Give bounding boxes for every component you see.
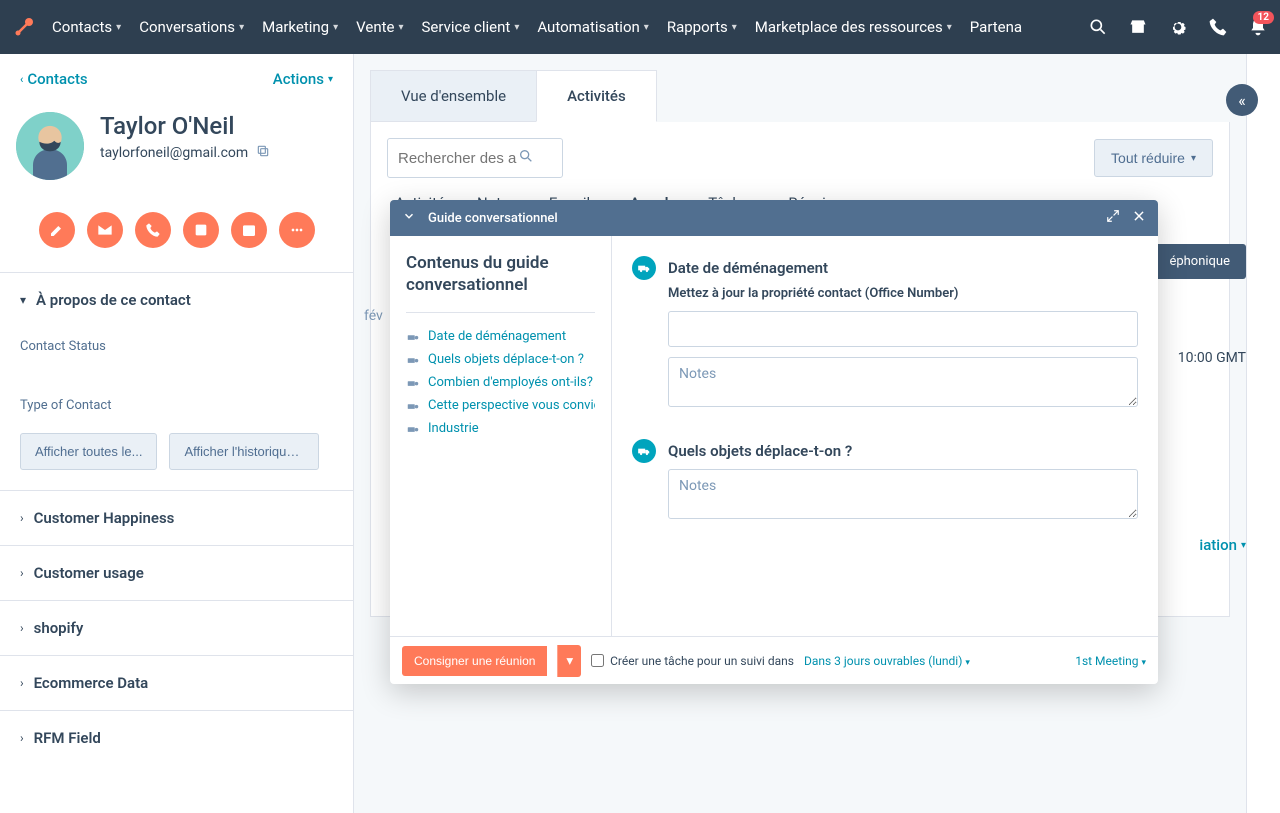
log-button[interactable]	[183, 212, 219, 248]
association-dropdown[interactable]: iation▾	[1199, 536, 1246, 554]
back-to-contacts[interactable]: ‹Contacts	[20, 70, 88, 88]
guide-nav-item-4[interactable]: Cette perspective vous convie...	[406, 394, 595, 417]
phone-chip[interactable]: éphonique	[1153, 244, 1246, 279]
guide-nav-title: Contenus du guide conversationnel	[406, 252, 595, 296]
copy-email-icon[interactable]	[256, 144, 270, 162]
followup-task-checkbox[interactable]: Créer une tâche pour un suivi dans	[591, 654, 794, 668]
log-meeting-button[interactable]: Consigner une réunion	[402, 646, 547, 676]
main-tabs: Vue d'ensemble Activités	[370, 70, 1230, 122]
top-nav: Contacts▾ Conversations▾ Marketing▾ Vent…	[0, 0, 1280, 54]
section-rfm-field[interactable]: ›RFM Field	[0, 710, 353, 765]
action-bar	[0, 202, 353, 272]
expand-guide-icon[interactable]	[1106, 209, 1120, 227]
nav-marketing[interactable]: Marketing▾	[262, 18, 338, 36]
guide-question-1: Date de déménagement Mettez à jour la pr…	[632, 256, 1138, 411]
nav-vente[interactable]: Vente▾	[356, 18, 403, 36]
contact-avatar	[16, 112, 84, 180]
section-ecommerce-data[interactable]: ›Ecommerce Data	[0, 655, 353, 710]
section-shopify[interactable]: ›shopify	[0, 600, 353, 655]
followup-checkbox-input[interactable]	[591, 654, 604, 667]
guide-main: Date de déménagement Mettez à jour la pr…	[612, 236, 1158, 636]
field-type-of-contact: Type of Contact	[20, 398, 333, 413]
close-guide-icon[interactable]	[1132, 209, 1146, 227]
nav-items: Contacts▾ Conversations▾ Marketing▾ Vent…	[52, 18, 1088, 36]
question-1-notes[interactable]	[668, 357, 1138, 407]
nav-automatisation[interactable]: Automatisation▾	[537, 18, 648, 36]
guide-question-2: Quels objets déplace-t-on ?	[632, 439, 1138, 523]
guide-nav-item-3[interactable]: Combien d'employés ont-ils?	[406, 371, 595, 394]
hubspot-logo	[12, 15, 36, 39]
section-customer-usage[interactable]: ›Customer usage	[0, 545, 353, 600]
guide-nav-item-5[interactable]: Industrie	[406, 417, 595, 440]
guide-nav-item-1[interactable]: Date de déménagement	[406, 325, 595, 348]
tab-overview[interactable]: Vue d'ensemble	[370, 70, 536, 122]
truck-icon	[632, 439, 656, 463]
search-input[interactable]	[398, 150, 518, 167]
truck-icon	[632, 256, 656, 280]
nav-partenaires[interactable]: Partena	[970, 18, 1022, 36]
search-icon[interactable]	[518, 148, 534, 168]
right-rail	[1246, 54, 1280, 813]
store-icon[interactable]	[1128, 17, 1148, 37]
time-label: 10:00 GMT	[1178, 350, 1246, 366]
nav-marketplace[interactable]: Marketplace des ressources▾	[755, 18, 952, 36]
call-button[interactable]	[135, 212, 171, 248]
guide-nav-item-2[interactable]: Quels objets déplace-t-on ?	[406, 348, 595, 371]
show-history-button[interactable]: Afficher l'historique d...	[169, 433, 319, 470]
nav-rapports[interactable]: Rapports▾	[667, 18, 737, 36]
collapse-all-button[interactable]: Tout réduire▾	[1094, 139, 1213, 177]
show-all-properties-button[interactable]: Afficher toutes le...	[20, 433, 157, 470]
nav-conversations[interactable]: Conversations▾	[139, 18, 244, 36]
nav-contacts[interactable]: Contacts▾	[52, 18, 121, 36]
about-section-body: Contact Status Type of Contact Afficher …	[0, 339, 353, 490]
actions-dropdown[interactable]: Actions▾	[273, 70, 333, 88]
notification-badge: 12	[1253, 11, 1274, 24]
search-activities[interactable]	[387, 138, 563, 178]
nav-service[interactable]: Service client▾	[422, 18, 520, 36]
about-section-header[interactable]: ▾ À propos de ce contact	[0, 272, 353, 327]
contact-name: Taylor O'Neil	[100, 112, 270, 140]
more-button[interactable]	[279, 212, 315, 248]
email-button[interactable]	[87, 212, 123, 248]
guide-nav: Contenus du guide conversationnel Date d…	[390, 236, 612, 636]
search-icon[interactable]	[1088, 17, 1108, 37]
bell-icon[interactable]: 12	[1248, 17, 1268, 37]
collapse-guide-icon[interactable]	[402, 209, 416, 227]
guide-titlebar: Guide conversationnel	[390, 200, 1158, 236]
conversational-guide-panel: Guide conversationnel Contenus du guide …	[390, 200, 1158, 684]
contact-email: taylorfoneil@gmail.com	[100, 144, 270, 162]
left-panel: ‹Contacts Actions▾ Taylor O'Neil taylorf…	[0, 54, 354, 813]
guide-footer: Consigner une réunion ▾ Créer une tâche …	[390, 636, 1158, 684]
question-1-subtitle: Mettez à jour la propriété contact (Offi…	[668, 286, 1138, 301]
schedule-button[interactable]	[231, 212, 267, 248]
guide-title: Guide conversationnel	[428, 211, 1094, 226]
field-contact-status: Contact Status	[20, 339, 333, 354]
nav-right: 12	[1088, 17, 1268, 37]
question-2-notes[interactable]	[668, 469, 1138, 519]
meeting-type-dropdown[interactable]: 1st Meeting ▾	[1075, 654, 1146, 668]
right-rail-expand[interactable]: «	[1226, 84, 1258, 116]
question-1-title: Date de déménagement	[668, 259, 828, 277]
question-2-title: Quels objets déplace-t-on ?	[668, 442, 852, 460]
section-customer-happiness[interactable]: ›Customer Happiness	[0, 490, 353, 545]
gear-icon[interactable]	[1168, 17, 1188, 37]
tab-activities[interactable]: Activités	[536, 70, 657, 122]
caret-down-icon: ▾	[20, 293, 26, 307]
question-1-input[interactable]	[668, 311, 1138, 347]
month-label: fév	[364, 308, 383, 324]
followup-delay-dropdown[interactable]: Dans 3 jours ouvrables (lundi) ▾	[804, 654, 970, 668]
edit-button[interactable]	[39, 212, 75, 248]
log-meeting-dropdown[interactable]: ▾	[557, 645, 581, 677]
phone-icon[interactable]	[1208, 17, 1228, 37]
